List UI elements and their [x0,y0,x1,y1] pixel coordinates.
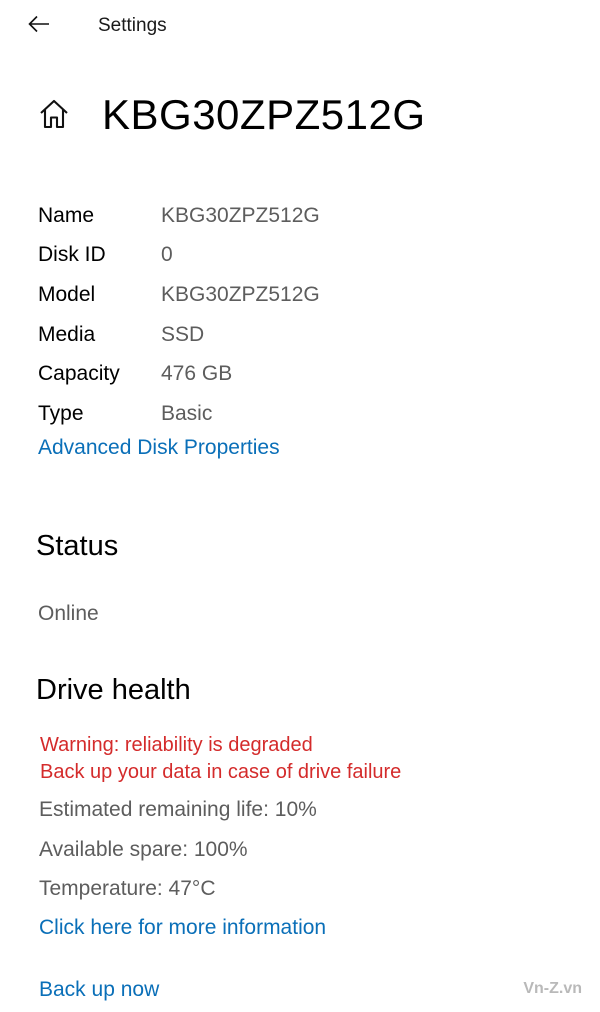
property-label: Name [38,203,95,227]
property-label: Capacity [38,362,120,386]
back-up-now-link[interactable]: Back up now [39,978,159,1002]
more-information-link[interactable]: Click here for more information [39,916,326,940]
home-button[interactable] [34,96,74,136]
drive-health-heading: Drive health [36,674,191,706]
watermark: Vn-Z.vn [523,980,582,997]
warning-line-backup: Back up your data in case of drive failu… [40,761,402,783]
property-value: 0 [161,243,173,267]
property-row-model: Model KBG30ZPZ512G [38,275,558,315]
property-label: Type [38,401,84,425]
health-warning: Warning: reliability is degraded Back up… [40,732,401,786]
property-label: Disk ID [38,243,106,267]
property-value: KBG30ZPZ512G [161,203,320,227]
property-value: KBG30ZPZ512G [161,282,320,306]
available-spare-text: Available spare: 100% [39,838,248,861]
back-button[interactable] [22,10,56,42]
advanced-disk-properties-link[interactable]: Advanced Disk Properties [38,436,280,460]
property-row-media: Media SSD [38,315,558,355]
property-label: Model [38,282,96,306]
property-row-disk-id: Disk ID 0 [38,236,558,276]
property-row-capacity: Capacity 476 GB [38,354,558,394]
page-title: KBG30ZPZ512G [102,91,426,138]
app-title: Settings [98,15,167,36]
warning-line-reliability: Warning: reliability is degraded [40,734,313,756]
property-row-name: Name KBG30ZPZ512G [38,196,558,236]
property-value: SSD [161,322,205,346]
status-value: Online [38,602,99,625]
temperature-text: Temperature: 47°C [39,877,216,900]
status-heading: Status [36,530,119,562]
arrow-left-icon [28,15,50,38]
property-label: Media [38,322,96,346]
property-row-type: Type Basic [38,394,558,434]
home-icon [38,99,70,134]
property-value: 476 GB [161,362,233,386]
property-value: Basic [161,401,213,425]
remaining-life-text: Estimated remaining life: 10% [39,798,317,821]
disk-properties: Name KBG30ZPZ512G Disk ID 0 Model KBG30Z… [38,196,558,434]
